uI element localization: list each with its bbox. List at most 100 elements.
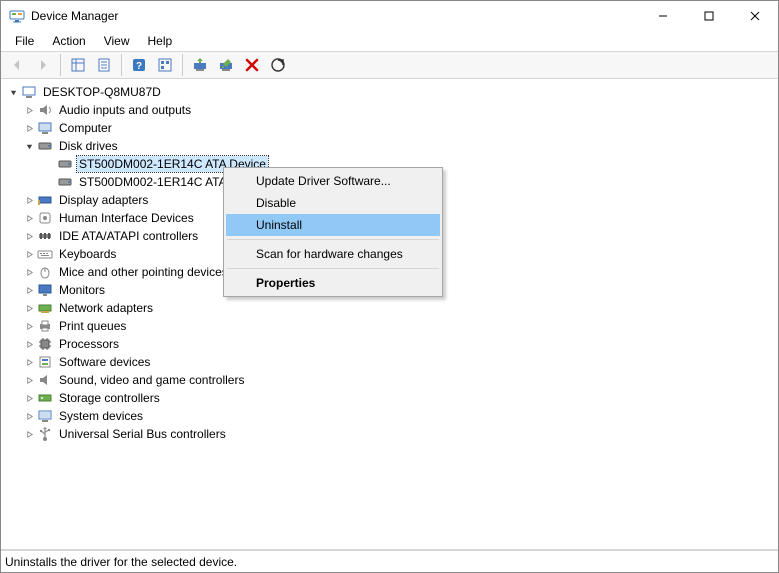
tree-label: Monitors — [57, 282, 107, 298]
toolbar: ? — [1, 51, 778, 79]
chevron-right-icon[interactable] — [21, 372, 37, 388]
printer-icon — [37, 318, 53, 334]
sound-controller-icon — [37, 372, 53, 388]
properties-toolbar-button[interactable] — [92, 53, 116, 77]
tree-root-label: DESKTOP-Q8MU87D — [41, 84, 163, 100]
context-menu-separator — [227, 268, 439, 269]
scan-hardware-toolbar-button[interactable] — [266, 53, 290, 77]
tree-label: Display adapters — [57, 192, 150, 208]
separator — [60, 54, 61, 76]
tree-label: Print queues — [57, 318, 128, 334]
context-menu-separator — [227, 239, 439, 240]
titlebar: Device Manager — [1, 1, 778, 31]
chevron-right-icon[interactable] — [21, 228, 37, 244]
chevron-right-icon[interactable] — [21, 390, 37, 406]
tree-label: Disk drives — [57, 138, 120, 154]
tree-category-storage[interactable]: Storage controllers — [21, 389, 778, 407]
menu-file[interactable]: File — [7, 32, 42, 50]
app-icon — [9, 8, 25, 24]
tree-label: System devices — [57, 408, 145, 424]
keyboard-icon — [37, 246, 53, 262]
chevron-right-icon[interactable] — [21, 264, 37, 280]
chevron-down-icon[interactable] — [5, 84, 21, 100]
tree-label: Keyboards — [57, 246, 118, 262]
usb-icon — [37, 426, 53, 442]
display-adapter-icon — [37, 192, 53, 208]
context-menu-disable[interactable]: Disable — [226, 192, 440, 214]
forward-button[interactable] — [31, 53, 55, 77]
chevron-right-icon[interactable] — [21, 300, 37, 316]
chevron-right-icon[interactable] — [21, 120, 37, 136]
menubar: File Action View Help — [1, 31, 778, 51]
chevron-right-icon[interactable] — [21, 102, 37, 118]
context-menu-uninstall[interactable]: Uninstall — [226, 214, 440, 236]
maximize-button[interactable] — [686, 1, 732, 31]
context-menu: Update Driver Software... Disable Uninst… — [223, 167, 443, 297]
software-device-icon — [37, 354, 53, 370]
disk-drive-icon — [57, 156, 73, 172]
uninstall-device-toolbar-button[interactable] — [240, 53, 264, 77]
chevron-right-icon[interactable] — [21, 336, 37, 352]
show-hide-console-tree-button[interactable] — [66, 53, 90, 77]
device-tree[interactable]: DESKTOP-Q8MU87D Audio inputs and outputs… — [1, 79, 778, 550]
system-device-icon — [37, 408, 53, 424]
tree-category-print-queues[interactable]: Print queues — [21, 317, 778, 335]
storage-controller-icon — [37, 390, 53, 406]
chevron-down-icon[interactable] — [21, 138, 37, 154]
chevron-right-icon[interactable] — [21, 408, 37, 424]
tree-category-disk-drives[interactable]: Disk drives — [21, 137, 778, 155]
mouse-icon — [37, 264, 53, 280]
close-button[interactable] — [732, 1, 778, 31]
ide-controller-icon — [37, 228, 53, 244]
processor-icon — [37, 336, 53, 352]
chevron-right-icon[interactable] — [21, 354, 37, 370]
computer-icon — [37, 120, 53, 136]
chevron-right-icon[interactable] — [21, 246, 37, 262]
statusbar-text: Uninstalls the driver for the selected d… — [5, 555, 237, 569]
back-button[interactable] — [5, 53, 29, 77]
update-driver-toolbar-button[interactable] — [188, 53, 212, 77]
statusbar: Uninstalls the driver for the selected d… — [1, 550, 778, 572]
tree-category-sound[interactable]: Sound, video and game controllers — [21, 371, 778, 389]
menu-action[interactable]: Action — [44, 32, 93, 50]
tree-category-usb[interactable]: Universal Serial Bus controllers — [21, 425, 778, 443]
tree-label: Processors — [57, 336, 121, 352]
chevron-right-icon[interactable] — [21, 426, 37, 442]
expander-placeholder — [41, 156, 57, 172]
disk-drive-icon — [57, 174, 73, 190]
tree-category-software-devices[interactable]: Software devices — [21, 353, 778, 371]
svg-text:?: ? — [136, 61, 142, 72]
expander-placeholder — [41, 174, 57, 190]
disable-device-toolbar-button[interactable] — [214, 53, 238, 77]
tree-label: Mice and other pointing devices — [57, 264, 230, 280]
chevron-right-icon[interactable] — [21, 192, 37, 208]
tree-root[interactable]: DESKTOP-Q8MU87D — [1, 83, 778, 101]
monitor-icon — [37, 282, 53, 298]
chevron-right-icon[interactable] — [21, 210, 37, 226]
menu-help[interactable]: Help — [140, 32, 181, 50]
tree-category-processors[interactable]: Processors — [21, 335, 778, 353]
chevron-right-icon[interactable] — [21, 318, 37, 334]
help-toolbar-button[interactable]: ? — [127, 53, 151, 77]
computer-icon — [21, 84, 37, 100]
context-menu-properties[interactable]: Properties — [226, 272, 440, 294]
chevron-right-icon[interactable] — [21, 282, 37, 298]
context-menu-scan[interactable]: Scan for hardware changes — [226, 243, 440, 265]
tree-label: Network adapters — [57, 300, 155, 316]
tree-label: Universal Serial Bus controllers — [57, 426, 228, 442]
tree-category-audio[interactable]: Audio inputs and outputs — [21, 101, 778, 119]
tree-category-network[interactable]: Network adapters — [21, 299, 778, 317]
minimize-button[interactable] — [640, 1, 686, 31]
separator — [121, 54, 122, 76]
disk-drive-icon — [37, 138, 53, 154]
tree-label: Human Interface Devices — [57, 210, 196, 226]
tree-category-computer[interactable]: Computer — [21, 119, 778, 137]
context-menu-update-driver[interactable]: Update Driver Software... — [226, 170, 440, 192]
audio-icon — [37, 102, 53, 118]
menu-view[interactable]: View — [96, 32, 138, 50]
tree-label: Sound, video and game controllers — [57, 372, 246, 388]
tree-label: Software devices — [57, 354, 152, 370]
tree-category-system[interactable]: System devices — [21, 407, 778, 425]
action-toolbar-button[interactable] — [153, 53, 177, 77]
hid-icon — [37, 210, 53, 226]
